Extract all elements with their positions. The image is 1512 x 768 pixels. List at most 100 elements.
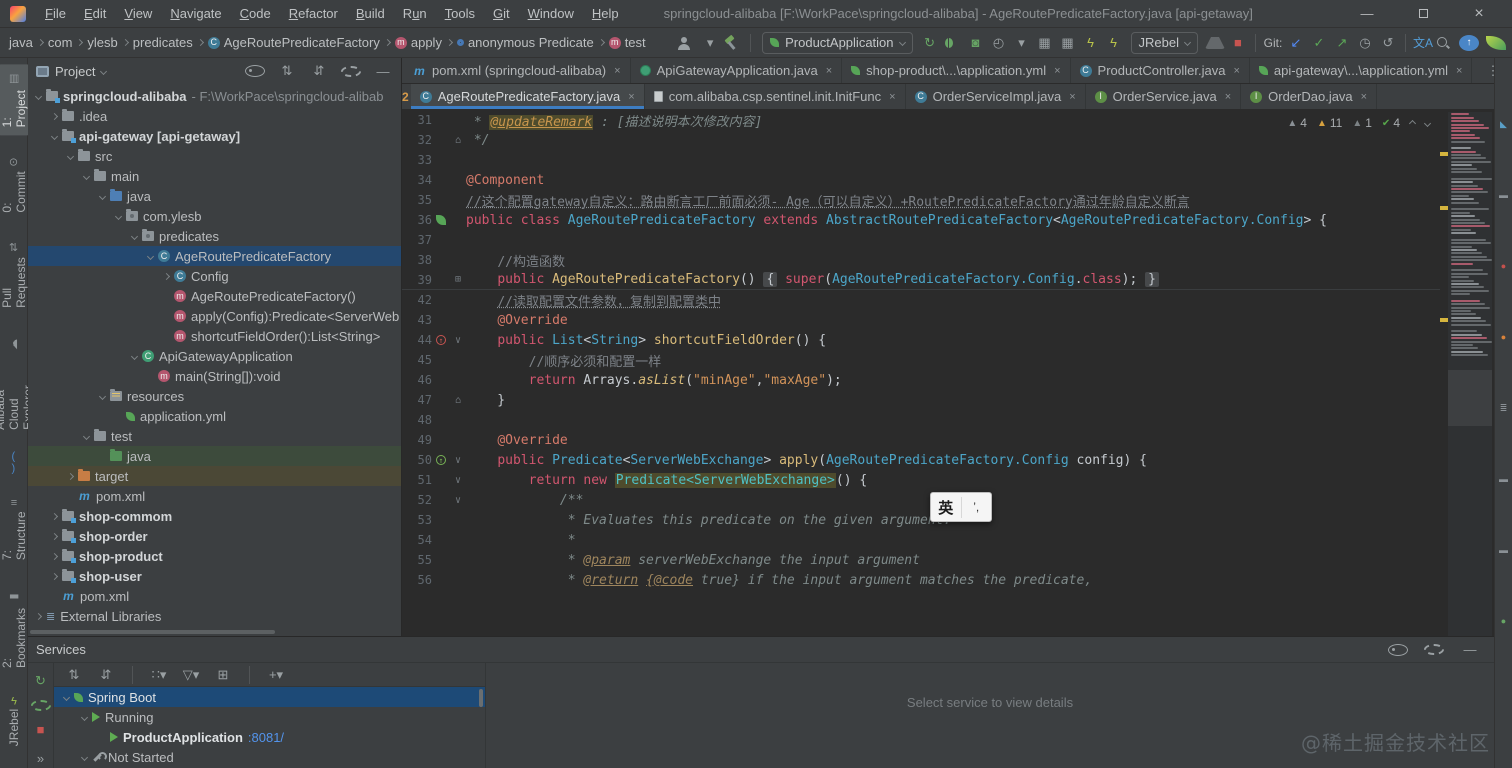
menu-item-edit[interactable]: Edit (75, 3, 115, 24)
chevron-down-icon[interactable] (80, 713, 89, 721)
rerun-button[interactable]: ↻ (31, 671, 51, 691)
debug-with-grid-button[interactable]: ▦ (1058, 33, 1078, 53)
tree-item[interactable]: m apply(Config):Predicate<ServerWeb (28, 306, 401, 326)
breadcrumb-item[interactable]: m test (606, 33, 649, 52)
menu-item-window[interactable]: Window (519, 3, 583, 24)
chevron-right-icon[interactable] (162, 272, 171, 280)
open-each-in-new-tab-icon[interactable]: ⊞ (213, 665, 233, 685)
tree-item[interactable]: main (28, 166, 401, 186)
close-icon[interactable]: × (1361, 91, 1367, 103)
horizontal-scrollbar[interactable] (30, 630, 275, 634)
build-hammer-icon[interactable] (723, 35, 743, 50)
git-update-button[interactable]: ↙ (1286, 33, 1306, 53)
fold-marker[interactable]: ⌂ (450, 395, 466, 406)
plugin-tool-icon-6[interactable]: ▬ (1499, 475, 1508, 484)
tree-item[interactable]: C Config (28, 266, 401, 286)
menu-item-navigate[interactable]: Navigate (161, 3, 230, 24)
menu-item-help[interactable]: Help (583, 3, 628, 24)
tree-item[interactable]: shop-product (28, 546, 401, 566)
close-icon[interactable]: × (1233, 65, 1239, 77)
build-gear-icon[interactable] (30, 699, 51, 711)
coverage-button[interactable]: ◙ (966, 33, 986, 53)
jrebel-debug-button[interactable]: ϟ (1104, 33, 1124, 53)
minimize-button[interactable]: — (1352, 6, 1382, 21)
editor-tab[interactable]: I OrderService.java × (1086, 84, 1242, 109)
plugin-tool-icon-2[interactable]: ▬ (1499, 191, 1508, 200)
group-by-icon[interactable]: ∷▾ (149, 665, 169, 685)
menu-item-build[interactable]: Build (347, 3, 394, 24)
search-button[interactable] (1436, 36, 1456, 50)
tool-window-bookmarks[interactable]: 2: Bookmarks ▮ (0, 582, 30, 676)
tree-item[interactable]: java (28, 446, 401, 466)
menu-item-view[interactable]: View (115, 3, 161, 24)
close-icon[interactable]: × (826, 65, 832, 77)
service-port-link[interactable]: :8081/ (248, 730, 284, 745)
tree-item[interactable]: predicates (28, 226, 401, 246)
tree-item[interactable]: springcloud-alibaba - F:\WorkPace\spring… (28, 86, 401, 106)
chevron-down-icon[interactable] (114, 212, 123, 220)
editor-tab[interactable]: ApiGatewayApplication.java × (631, 58, 843, 83)
editor-tab[interactable]: m pom.xml (springcloud-alibaba) × (404, 58, 631, 83)
code-editor[interactable]: 31 * @updateRemark : [描述说明本次修改内容] 32 ⌂ */3… (402, 110, 1440, 636)
tree-item[interactable]: target (28, 466, 401, 486)
service-tree-item[interactable]: Spring Boot (54, 687, 485, 707)
tree-item[interactable]: com.ylesb (28, 206, 401, 226)
tree-item[interactable]: resources (28, 386, 401, 406)
plugin-tool-icon-8[interactable]: ● (1501, 617, 1506, 626)
hidden-toolbar-expander[interactable]: » (31, 748, 51, 768)
collapse-all-icon[interactable]: ⇵ (309, 61, 329, 81)
sync-button[interactable]: ↑ (1459, 34, 1479, 51)
locate-target-icon[interactable] (245, 65, 265, 77)
chevron-down-icon[interactable] (130, 352, 139, 360)
tree-item[interactable]: shop-commom (28, 506, 401, 526)
service-tree-item[interactable]: Not Started (54, 747, 485, 767)
tree-item[interactable]: m shortcutFieldOrder():List<String> (28, 326, 401, 346)
gutter-icon[interactable]: ↑ (432, 453, 450, 467)
history-button[interactable]: ◷ (1355, 33, 1375, 53)
git-commit-button[interactable]: ✓ (1309, 33, 1329, 53)
chevron-right-icon[interactable] (34, 612, 43, 620)
hide-panel-icon[interactable]: — (373, 61, 393, 81)
close-icon[interactable]: × (1456, 65, 1462, 77)
hide-panel-icon[interactable]: — (1460, 640, 1480, 660)
close-icon[interactable]: × (614, 65, 620, 77)
chevron-down-icon[interactable] (82, 432, 91, 440)
expand-all-icon[interactable]: ⇅ (277, 61, 297, 81)
profiler-dropdown-arrow[interactable]: ▾ (1012, 33, 1032, 53)
close-icon[interactable]: × (1054, 65, 1060, 77)
settings-gear-icon[interactable] (1424, 644, 1444, 655)
jrebel-select[interactable]: JRebel (1130, 31, 1198, 54)
stop-button[interactable]: ■ (1228, 33, 1248, 53)
close-button[interactable]: × (1464, 5, 1494, 23)
menu-item-run[interactable]: Run (394, 3, 436, 24)
plugin-tool-icon-4[interactable]: ● (1501, 333, 1506, 342)
close-icon[interactable]: × (628, 91, 634, 103)
breadcrumb-item[interactable]: ylesb (84, 33, 120, 52)
tree-item[interactable]: test (28, 426, 401, 446)
gutter-icon[interactable]: ↑ (432, 333, 450, 347)
plugin-tool-icon-7[interactable]: ▬ (1499, 546, 1508, 555)
chevron-down-icon[interactable] (98, 392, 107, 400)
editor-tab[interactable]: C ProductController.java × (1071, 58, 1250, 83)
tool-window-pull-requests[interactable]: Pull Requests ⇅ (0, 235, 30, 316)
chevron-down-icon[interactable] (50, 132, 59, 140)
tree-item[interactable]: java (28, 186, 401, 206)
translate-icon[interactable]: 文A (1413, 33, 1433, 53)
spring-bean-gutter-icon[interactable] (436, 215, 446, 225)
add-service-icon[interactable]: +▾ (266, 665, 286, 685)
tree-item[interactable]: C AgeRoutePredicateFactory (28, 246, 401, 266)
git-label[interactable]: Git: (1263, 33, 1283, 53)
locate-target-icon[interactable] (1388, 643, 1408, 656)
minimap[interactable] (1448, 112, 1492, 636)
rerun-button[interactable]: ↻ (920, 33, 940, 53)
breadcrumb-item[interactable]: C AgeRoutePredicateFactory (205, 33, 383, 52)
menu-item-file[interactable]: File (36, 3, 75, 24)
menu-item-tools[interactable]: Tools (436, 3, 484, 24)
close-icon[interactable]: × (1069, 91, 1075, 103)
service-tree-item[interactable]: ProductApplication :8081/ (54, 727, 485, 747)
breadcrumb-item[interactable]: com (45, 33, 76, 52)
tool-window-structure[interactable]: 7: Structure ≡ (0, 492, 30, 568)
overrides-method-gutter-icon[interactable]: ↑ (436, 335, 446, 345)
jrebel-run-button[interactable]: ϟ (1081, 33, 1101, 53)
service-tree-item[interactable]: Running (54, 707, 485, 727)
